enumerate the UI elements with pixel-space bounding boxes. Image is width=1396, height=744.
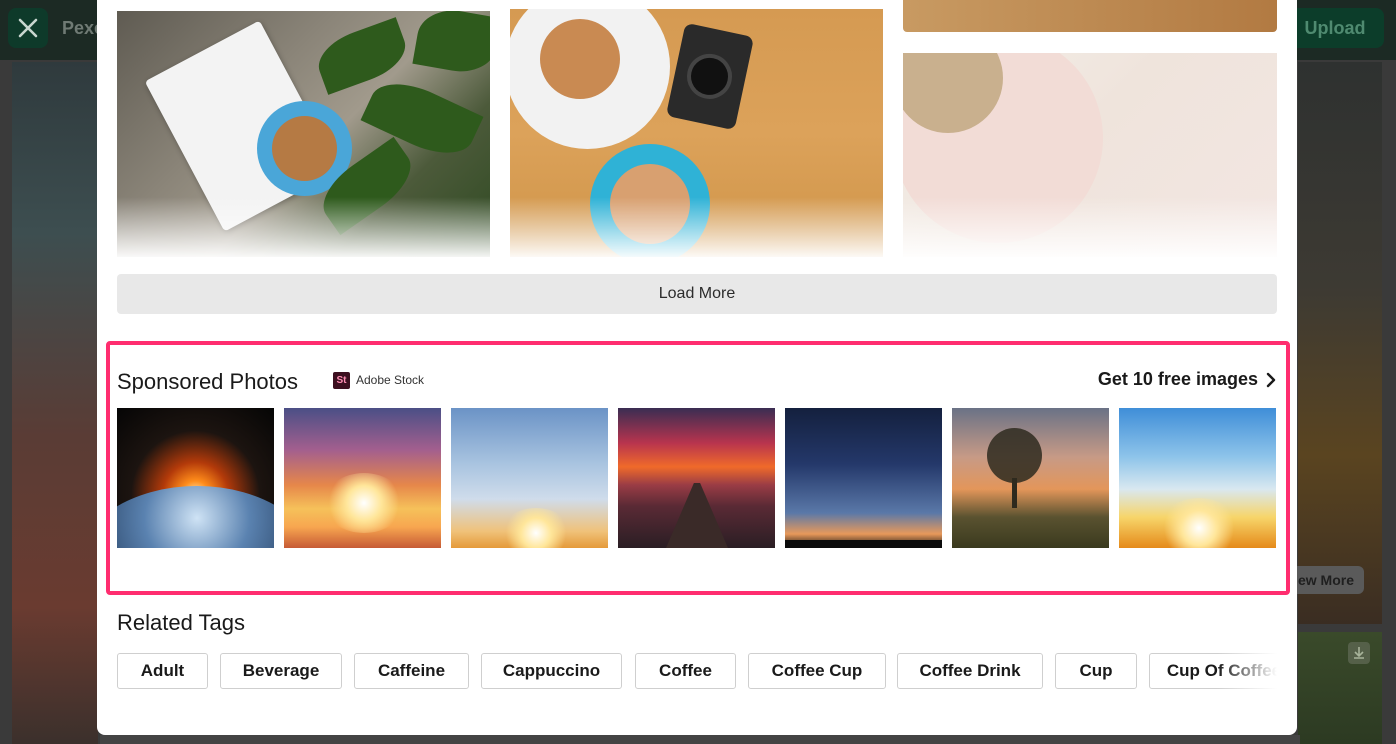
sun-shape bbox=[501, 508, 571, 548]
photo-fade bbox=[903, 197, 1277, 257]
related-tags-list: Adult Beverage Caffeine Cappuccino Coffe… bbox=[117, 653, 1277, 689]
sponsored-thumb-sun-rays[interactable] bbox=[1119, 408, 1276, 548]
adobe-stock-logo: St bbox=[333, 372, 350, 389]
related-photo-camera-cappuccino[interactable] bbox=[510, 9, 883, 257]
trunk-shape bbox=[1012, 478, 1017, 508]
coffee-shape bbox=[540, 19, 620, 99]
camera-shape bbox=[665, 22, 755, 131]
tag-coffee[interactable]: Coffee bbox=[635, 653, 736, 689]
lens-shape bbox=[682, 49, 737, 104]
tag-adult[interactable]: Adult bbox=[117, 653, 208, 689]
tree-shape bbox=[987, 428, 1042, 483]
coffee-shape bbox=[272, 116, 337, 181]
close-icon bbox=[18, 18, 38, 38]
sponsored-thumb-earth-sunrise[interactable] bbox=[117, 408, 274, 548]
background-photo-left bbox=[12, 62, 98, 744]
tag-cappuccino[interactable]: Cappuccino bbox=[481, 653, 622, 689]
sponsored-title: Sponsored Photos bbox=[117, 369, 299, 394]
related-photo-pink-cup[interactable] bbox=[903, 53, 1277, 257]
tag-caffeine[interactable]: Caffeine bbox=[354, 653, 469, 689]
earth-shape bbox=[117, 486, 274, 548]
tags-fade bbox=[1217, 653, 1277, 689]
photo-fade bbox=[510, 197, 883, 257]
pier-shape bbox=[666, 483, 728, 548]
related-photo-notebook-coffee[interactable] bbox=[117, 11, 490, 257]
upload-button[interactable]: Upload bbox=[1286, 8, 1384, 48]
tag-coffee-cup[interactable]: Coffee Cup bbox=[748, 653, 886, 689]
sponsored-photos-section: Sponsored Photos St Adobe Stock Get 10 f… bbox=[106, 341, 1290, 595]
treeline-shape bbox=[785, 540, 942, 548]
free-images-link[interactable]: Get 10 free images bbox=[1098, 369, 1276, 390]
download-icon bbox=[1348, 642, 1370, 664]
related-photo-top-cropped[interactable] bbox=[903, 0, 1277, 32]
load-more-button[interactable]: Load More bbox=[117, 274, 1277, 314]
sponsored-thumb-foggy-tree[interactable] bbox=[952, 408, 1109, 548]
sponsored-thumb-night-sky[interactable] bbox=[785, 408, 942, 548]
sponsored-thumb-sky-rays[interactable] bbox=[451, 408, 608, 548]
sponsored-thumb-sunset-clouds[interactable] bbox=[284, 408, 441, 548]
photo-modal: Load More Sponsored Photos St Adobe Stoc… bbox=[97, 0, 1297, 735]
background-bottom bbox=[100, 735, 1300, 744]
free-images-label: Get 10 free images bbox=[1097, 369, 1258, 389]
sponsored-thumb-pier-sunset[interactable] bbox=[618, 408, 775, 548]
adobe-stock-name: Adobe Stock bbox=[356, 373, 425, 387]
close-modal-button[interactable] bbox=[8, 8, 48, 48]
tag-cup[interactable]: Cup bbox=[1055, 653, 1137, 689]
chevron-right-icon bbox=[1266, 372, 1276, 387]
tag-beverage[interactable]: Beverage bbox=[220, 653, 342, 689]
sun-shape bbox=[324, 473, 404, 533]
tag-coffee-drink[interactable]: Coffee Drink bbox=[897, 653, 1043, 689]
photo-fade bbox=[117, 197, 490, 257]
related-tags-title: Related Tags bbox=[117, 610, 246, 635]
sun-shape bbox=[1159, 498, 1239, 548]
leaf-shape bbox=[412, 11, 490, 78]
background-photo-right bbox=[1298, 62, 1382, 624]
background-photo-right-lower bbox=[1298, 632, 1382, 744]
